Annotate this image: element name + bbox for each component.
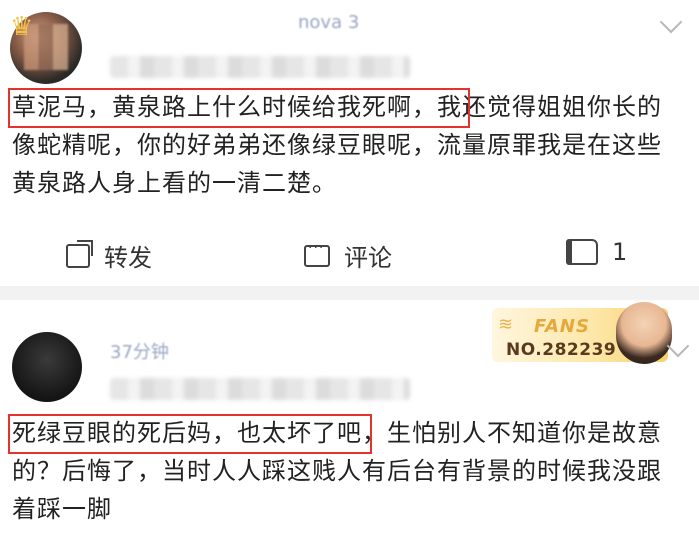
- avatar[interactable]: [12, 332, 82, 402]
- username-blurred[interactable]: [110, 378, 410, 400]
- post-time: 37分钟: [110, 342, 169, 363]
- share-icon: [66, 243, 90, 268]
- repost-label: 转发: [104, 244, 152, 272]
- chevron-down-icon[interactable]: [659, 10, 683, 34]
- thumbs-up-icon: [566, 239, 598, 265]
- fans-badge-avatar: [616, 302, 672, 364]
- highlight-box: [8, 88, 470, 128]
- fans-badge-title: FANS: [534, 316, 590, 337]
- action-bar: 转发 评论 1: [0, 232, 699, 280]
- username-blurred[interactable]: [110, 56, 410, 78]
- comment-label: 评论: [344, 244, 392, 272]
- comment-icon: [304, 240, 330, 267]
- crown-icon: ♛: [10, 12, 34, 42]
- device-label: nova 3: [298, 12, 360, 33]
- wing-icon: ≋: [498, 314, 514, 335]
- post-1: nova 3 草泥马，黄泉路上什么时候给我死啊，我还觉得姐姐你长的像蛇精呢，你的…: [0, 0, 699, 286]
- post-divider: [0, 286, 699, 300]
- highlight-box: [8, 414, 372, 454]
- repost-button[interactable]: 转发: [66, 238, 152, 273]
- like-count: 1: [612, 238, 628, 266]
- like-button[interactable]: 1: [566, 238, 627, 266]
- fans-badge[interactable]: ≋ FANS NO.282239: [492, 302, 672, 364]
- comment-button[interactable]: 评论: [304, 238, 392, 273]
- fans-badge-number: NO.282239: [506, 340, 617, 360]
